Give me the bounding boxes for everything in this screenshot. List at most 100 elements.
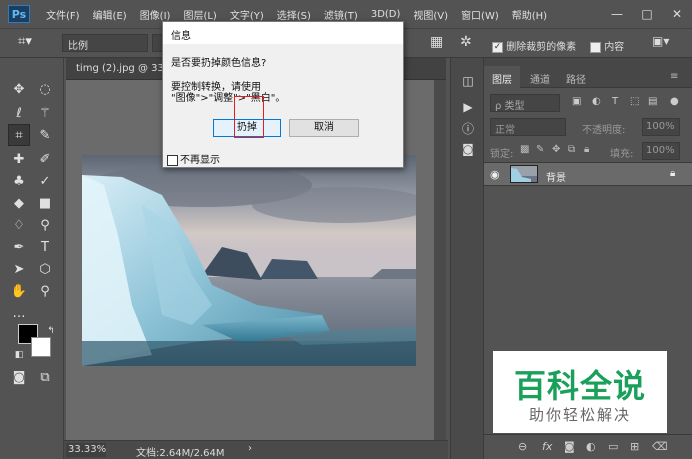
zoom-tool-icon[interactable]: ⚲ [34,280,56,302]
tools-panel: ✥ ◌ ℓ ⚚ ⌗ ✎ ✚ ✐ ♣ ✓ ◆ ■ ♢ ⚲ ✒ T ➤ ⬡ ✋ ⚲ … [0,58,64,459]
filter-smart-icon[interactable]: ▤ [648,96,657,107]
layer-filter-select[interactable]: ρ 类型 [490,94,560,112]
delete-cropped-pixels-checkbox[interactable]: ✓ 删除裁剪的像素 [492,38,576,53]
filter-pixel-icon[interactable]: ▣ [572,96,581,107]
filter-toggle-icon[interactable]: ● [670,96,679,107]
lock-transparent-icon[interactable]: ▩ [520,144,529,155]
gear-icon[interactable]: ✲ [460,34,472,50]
eyedropper-icon[interactable]: ✎ [34,124,56,146]
status-menu-arrow[interactable]: › [248,443,252,454]
tab-paths[interactable]: 路径 [558,66,594,88]
adjustments-icon[interactable]: ◙ [460,142,476,158]
menu-filter[interactable]: 滤镜(T) [324,7,358,22]
info-dialog: 信息 是否要扔掉颜色信息? 要控制转换，请使用 "图像">"调整">"黑白"。 … [162,21,404,168]
zoom-field[interactable]: 33.33% [66,443,106,457]
lock-pixels-icon[interactable]: ✎ [536,144,544,155]
lock-artboard-icon[interactable]: ⧉ [568,144,575,155]
new-layer-icon[interactable]: ⊞ [630,440,639,453]
crop-tool-icon[interactable]: ⌗ [8,124,30,146]
blend-mode-select[interactable]: 正常 [490,118,566,136]
tab-layers[interactable]: 图层 [484,66,520,88]
maximize-button[interactable]: □ [632,7,662,21]
dont-show-again-checkbox[interactable]: 不再显示 [167,151,220,166]
pen-tool-icon[interactable]: ✒ [8,236,30,258]
opacity-field[interactable]: 100% [642,118,680,136]
fx-icon[interactable]: fx [542,440,552,453]
history-icon[interactable]: ◫ [460,74,476,90]
menu-file[interactable]: 文件(F) [46,7,80,22]
workspace-icon[interactable]: ▣▾ [652,34,669,48]
menu-image[interactable]: 图像(I) [140,7,171,22]
status-bar: 33.33% 文档:2.64M/2.64M › [64,440,448,459]
menu-3d[interactable]: 3D(D) [371,9,401,20]
tab-channels[interactable]: 通道 [522,66,558,88]
close-button[interactable]: ✕ [662,7,692,21]
menu-window[interactable]: 窗口(W) [461,7,499,22]
photoshop-logo: Ps [8,5,30,23]
checkbox-unchecked-icon[interactable] [167,154,178,166]
more-tools-icon[interactable]: … [8,302,30,324]
layer-row[interactable]: ◉ 背景 🔒︎ [484,162,692,186]
hand-tool-icon[interactable]: ✋ [8,280,30,302]
checkbox-checked-icon[interactable]: ✓ [492,41,503,53]
quick-mask-icon[interactable]: ◙ [8,366,30,388]
blur-tool-icon[interactable]: ♢ [8,214,30,236]
healing-brush-icon[interactable]: ✚ [8,148,30,170]
window-controls: — □ ✕ [602,0,692,28]
lock-all-icon[interactable]: 🔒︎ [584,144,589,155]
panel-tabs: 图层 通道 路径 ≡ [484,66,692,88]
vertical-scrollbar[interactable] [434,80,446,440]
overlay-grid-icon[interactable]: ▦ [430,34,443,50]
magic-wand-icon[interactable]: ⚚ [34,102,56,124]
collapsed-panels-strip: ◫ ▶ ⓘ ◙ [450,58,484,459]
history-brush-icon[interactable]: ✓ [34,170,56,192]
swap-colors-icon[interactable]: ↰ [40,320,62,342]
checkbox-unchecked-icon[interactable] [590,41,601,53]
gradient-icon[interactable]: ■ [34,192,56,214]
dialog-titlebar[interactable]: 信息 [163,22,403,44]
actions-play-icon[interactable]: ▶ [460,100,476,116]
layer-thumbnail [510,165,538,183]
menu-select[interactable]: 选择(S) [277,7,311,22]
fill-label: 填充: [610,149,634,160]
properties-icon[interactable]: ⓘ [460,120,476,136]
dodge-tool-icon[interactable]: ⚲ [34,214,56,236]
menu-help[interactable]: 帮助(H) [512,7,547,22]
watermark-subtitle: 助你轻松解决 [528,406,631,424]
path-select-icon[interactable]: ➤ [8,258,30,280]
menu-type[interactable]: 文字(Y) [230,7,264,22]
filter-adjustment-icon[interactable]: ◐ [592,96,601,107]
filter-shape-icon[interactable]: ⬚ [630,96,639,107]
screen-mode-icon[interactable]: ⧉ [34,366,56,388]
adjustment-icon[interactable]: ◐ [586,440,596,453]
eye-icon[interactable]: ◉ [490,168,500,181]
ratio-select[interactable]: 比例 [62,34,148,52]
dialog-question: 是否要扔掉颜色信息? [171,58,267,69]
lock-position-icon[interactable]: ✥ [552,144,560,155]
content-aware-checkbox[interactable]: 内容 [590,38,624,53]
clone-stamp-icon[interactable]: ♣ [8,170,30,192]
default-colors-icon[interactable]: ◧ [8,344,30,366]
minimize-button[interactable]: — [602,7,632,21]
mask-icon[interactable]: ◙ [564,440,575,453]
marquee-tool-icon[interactable]: ◌ [34,78,56,100]
filter-type-icon[interactable]: T [612,96,618,107]
cancel-button[interactable]: 取消 [289,119,359,137]
type-tool-icon[interactable]: T [34,236,56,258]
layers-footer: ⊖ fx ◙ ◐ ▭ ⊞ ⌫ [484,434,692,459]
group-folder-icon[interactable]: ▭ [608,440,618,453]
brush-tool-icon[interactable]: ✐ [34,148,56,170]
crop-preset-icon[interactable]: ⌗▾ [18,34,48,52]
fill-field[interactable]: 100% [642,142,680,160]
lasso-tool-icon[interactable]: ℓ [8,102,30,124]
menu-view[interactable]: 视图(V) [413,7,448,22]
link-icon[interactable]: ⊖ [518,440,527,453]
eraser-icon[interactable]: ◆ [8,192,30,214]
trash-icon[interactable]: ⌫ [652,440,668,453]
menu-edit[interactable]: 编辑(E) [93,7,127,22]
menu-layer[interactable]: 图层(L) [183,7,216,22]
move-tool-icon[interactable]: ✥ [8,78,30,100]
document-tab-title: timg (2).jpg @ 33.3 [76,63,174,74]
shape-tool-icon[interactable]: ⬡ [34,258,56,280]
panel-menu-icon[interactable]: ≡ [666,66,682,88]
